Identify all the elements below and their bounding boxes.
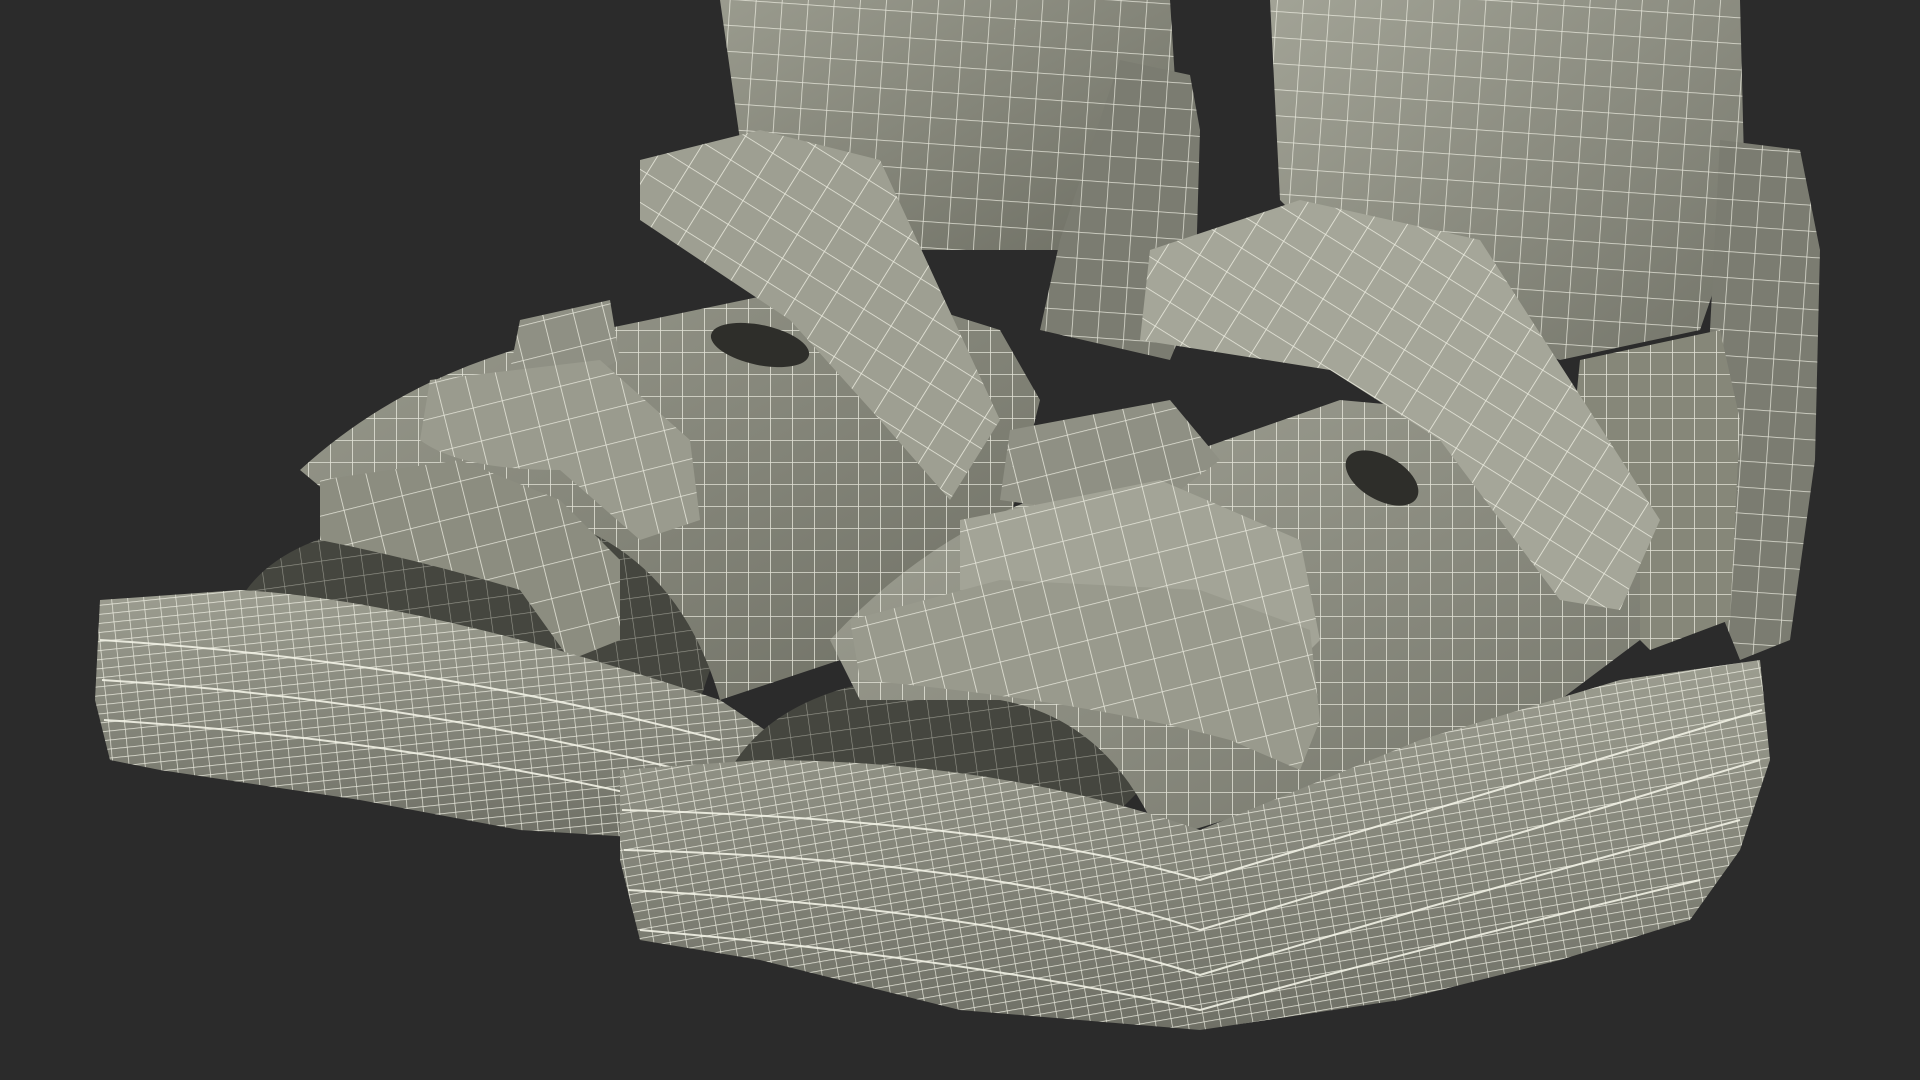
render-viewport xyxy=(0,0,1920,1080)
wireframe-render xyxy=(95,0,1820,1030)
